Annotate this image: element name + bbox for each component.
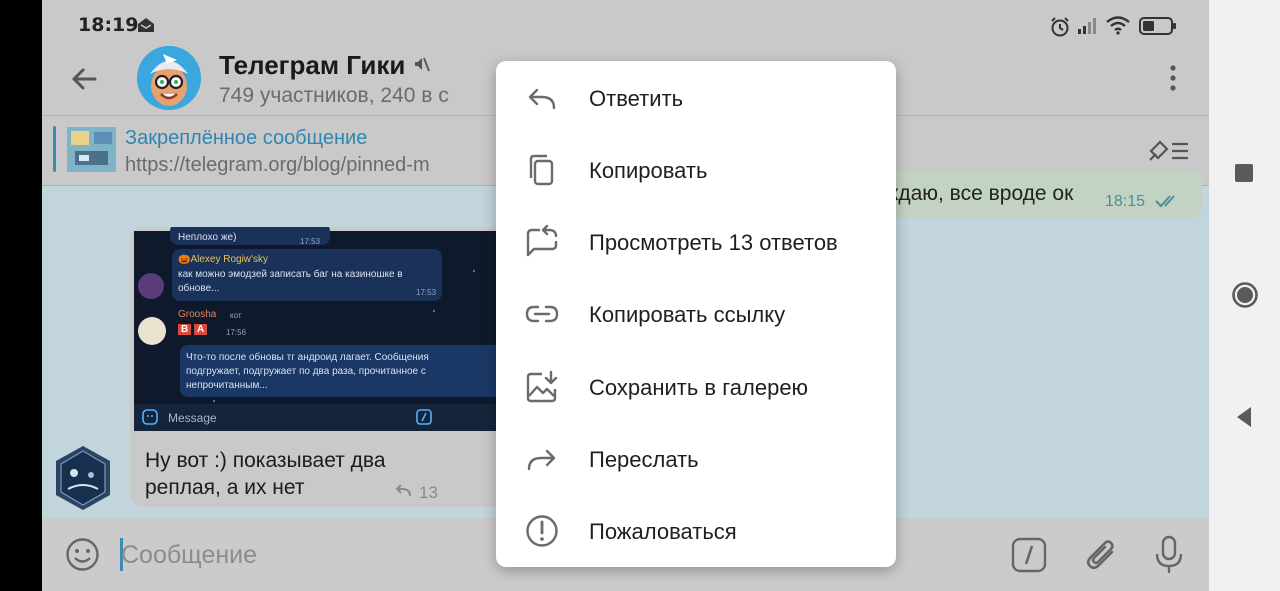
- status-bar: 18:19: [42, 0, 1209, 42]
- replies-icon[interactable]: [394, 484, 412, 498]
- shot-sender-3: Groosha: [178, 309, 217, 320]
- alarm-icon: [1051, 17, 1069, 37]
- notification-icon: [138, 18, 154, 32]
- menu-item-label: Пожаловаться: [589, 519, 737, 544]
- context-menu: Ответить Копировать Просмотреть 13 ответ…: [496, 61, 896, 567]
- pinned-thumbnail: [67, 127, 116, 172]
- menu-item-label: Копировать ссылку: [589, 302, 786, 327]
- shot-time-3: 17:56: [226, 328, 247, 337]
- chat-title[interactable]: Телеграм Гики: [219, 50, 405, 81]
- shot-text-1: Неплохо же): [178, 232, 237, 243]
- shot-avatar-2: [138, 273, 164, 299]
- shot-time-2: 17:53: [416, 288, 437, 297]
- shot-sender-2: 🎃Alexey Rogiw'sky: [178, 254, 268, 265]
- shot-command-icon: [416, 409, 432, 425]
- shot-badge-b: B: [178, 324, 192, 335]
- more-vert-icon[interactable]: [1160, 63, 1186, 93]
- home-button[interactable]: [1231, 281, 1259, 309]
- screen: 18:19 Телеграм Гики 749 участников, 240 …: [0, 0, 1280, 591]
- back-button[interactable]: [1235, 405, 1253, 429]
- chat-avatar[interactable]: [137, 46, 201, 110]
- pinned-text: https://telegram.org/blog/pinned-m: [125, 154, 430, 176]
- signal-icon: [1078, 18, 1096, 34]
- chat-subtitle: 749 участников, 240 в с: [219, 84, 449, 107]
- menu-item-copy[interactable]: Копировать: [496, 134, 896, 206]
- shot-time-1: 17:53: [300, 237, 321, 246]
- muted-icon: [415, 57, 430, 72]
- shot-badge-a: A: [194, 324, 208, 335]
- forward-icon: [527, 449, 556, 471]
- copy-icon: [529, 154, 554, 186]
- bot-command-icon[interactable]: [1011, 537, 1047, 573]
- menu-item-view-replies[interactable]: Просмотреть 13 ответов: [496, 206, 896, 278]
- view-replies-icon: [526, 224, 558, 257]
- sender-avatar[interactable]: [54, 445, 112, 511]
- menu-item-label: Просмотреть 13 ответов: [589, 230, 838, 255]
- pinned-title: Закреплённое сообщение: [125, 127, 368, 149]
- menu-item-label: Копировать: [589, 158, 708, 183]
- own-message-time: 18:15: [1105, 193, 1146, 210]
- save-gallery-icon: [526, 370, 558, 403]
- avatar-face-icon: [137, 46, 201, 110]
- link-icon: [525, 305, 559, 323]
- pinned-accent-bar: [53, 126, 56, 172]
- navigation-bar: [1209, 0, 1280, 591]
- reply-icon: [528, 88, 556, 110]
- menu-item-save-gallery[interactable]: Сохранить в галерею: [496, 351, 896, 423]
- recents-button[interactable]: [1235, 164, 1253, 182]
- shot-text-2a: как можно эмодзей записать баг на казино…: [178, 269, 403, 280]
- menu-item-label: Сохранить в галерею: [589, 375, 809, 400]
- status-time: 18:19: [78, 14, 139, 36]
- microphone-icon[interactable]: [1154, 535, 1184, 575]
- menu-item-forward[interactable]: Переслать: [496, 423, 896, 495]
- menu-item-reply[interactable]: Ответить: [496, 62, 896, 134]
- report-icon: [526, 515, 558, 547]
- reply-count[interactable]: 13: [419, 483, 438, 503]
- message-input[interactable]: [121, 537, 421, 573]
- back-arrow-icon[interactable]: [68, 63, 100, 95]
- shot-text-4b: подгружает, подгружает по два раза, проч…: [186, 366, 426, 377]
- pinned-list-icon[interactable]: [1148, 136, 1190, 164]
- double-check-icon: [1155, 195, 1175, 208]
- attach-icon[interactable]: [1084, 535, 1118, 573]
- menu-item-label: Переслать: [589, 447, 699, 472]
- wifi-icon: [1106, 16, 1130, 35]
- message-image[interactable]: Неплохо же) 17:53 🎃Alexey Rogiw'sky как …: [134, 227, 510, 431]
- shot-text-2b: обнове...: [178, 283, 220, 294]
- shot-input: Message: [168, 411, 217, 425]
- menu-item-label: Ответить: [589, 86, 684, 111]
- shot-text-4a: Что-то после обновы тг андроид лагает. С…: [186, 352, 429, 363]
- telegram-chat-screen: 18:19 Телеграм Гики 749 участников, 240 …: [42, 0, 1209, 591]
- shot-text-4c: непрочитанным...: [186, 380, 268, 391]
- battery-icon: [1139, 17, 1176, 35]
- shot-tag-3: кот: [230, 311, 242, 320]
- menu-item-report[interactable]: Пожаловаться: [496, 495, 896, 567]
- shot-sticker-icon: [142, 409, 158, 425]
- shot-avatar-3: [138, 317, 166, 345]
- emoji-icon[interactable]: [65, 537, 100, 572]
- menu-item-copy-link[interactable]: Копировать ссылку: [496, 278, 896, 350]
